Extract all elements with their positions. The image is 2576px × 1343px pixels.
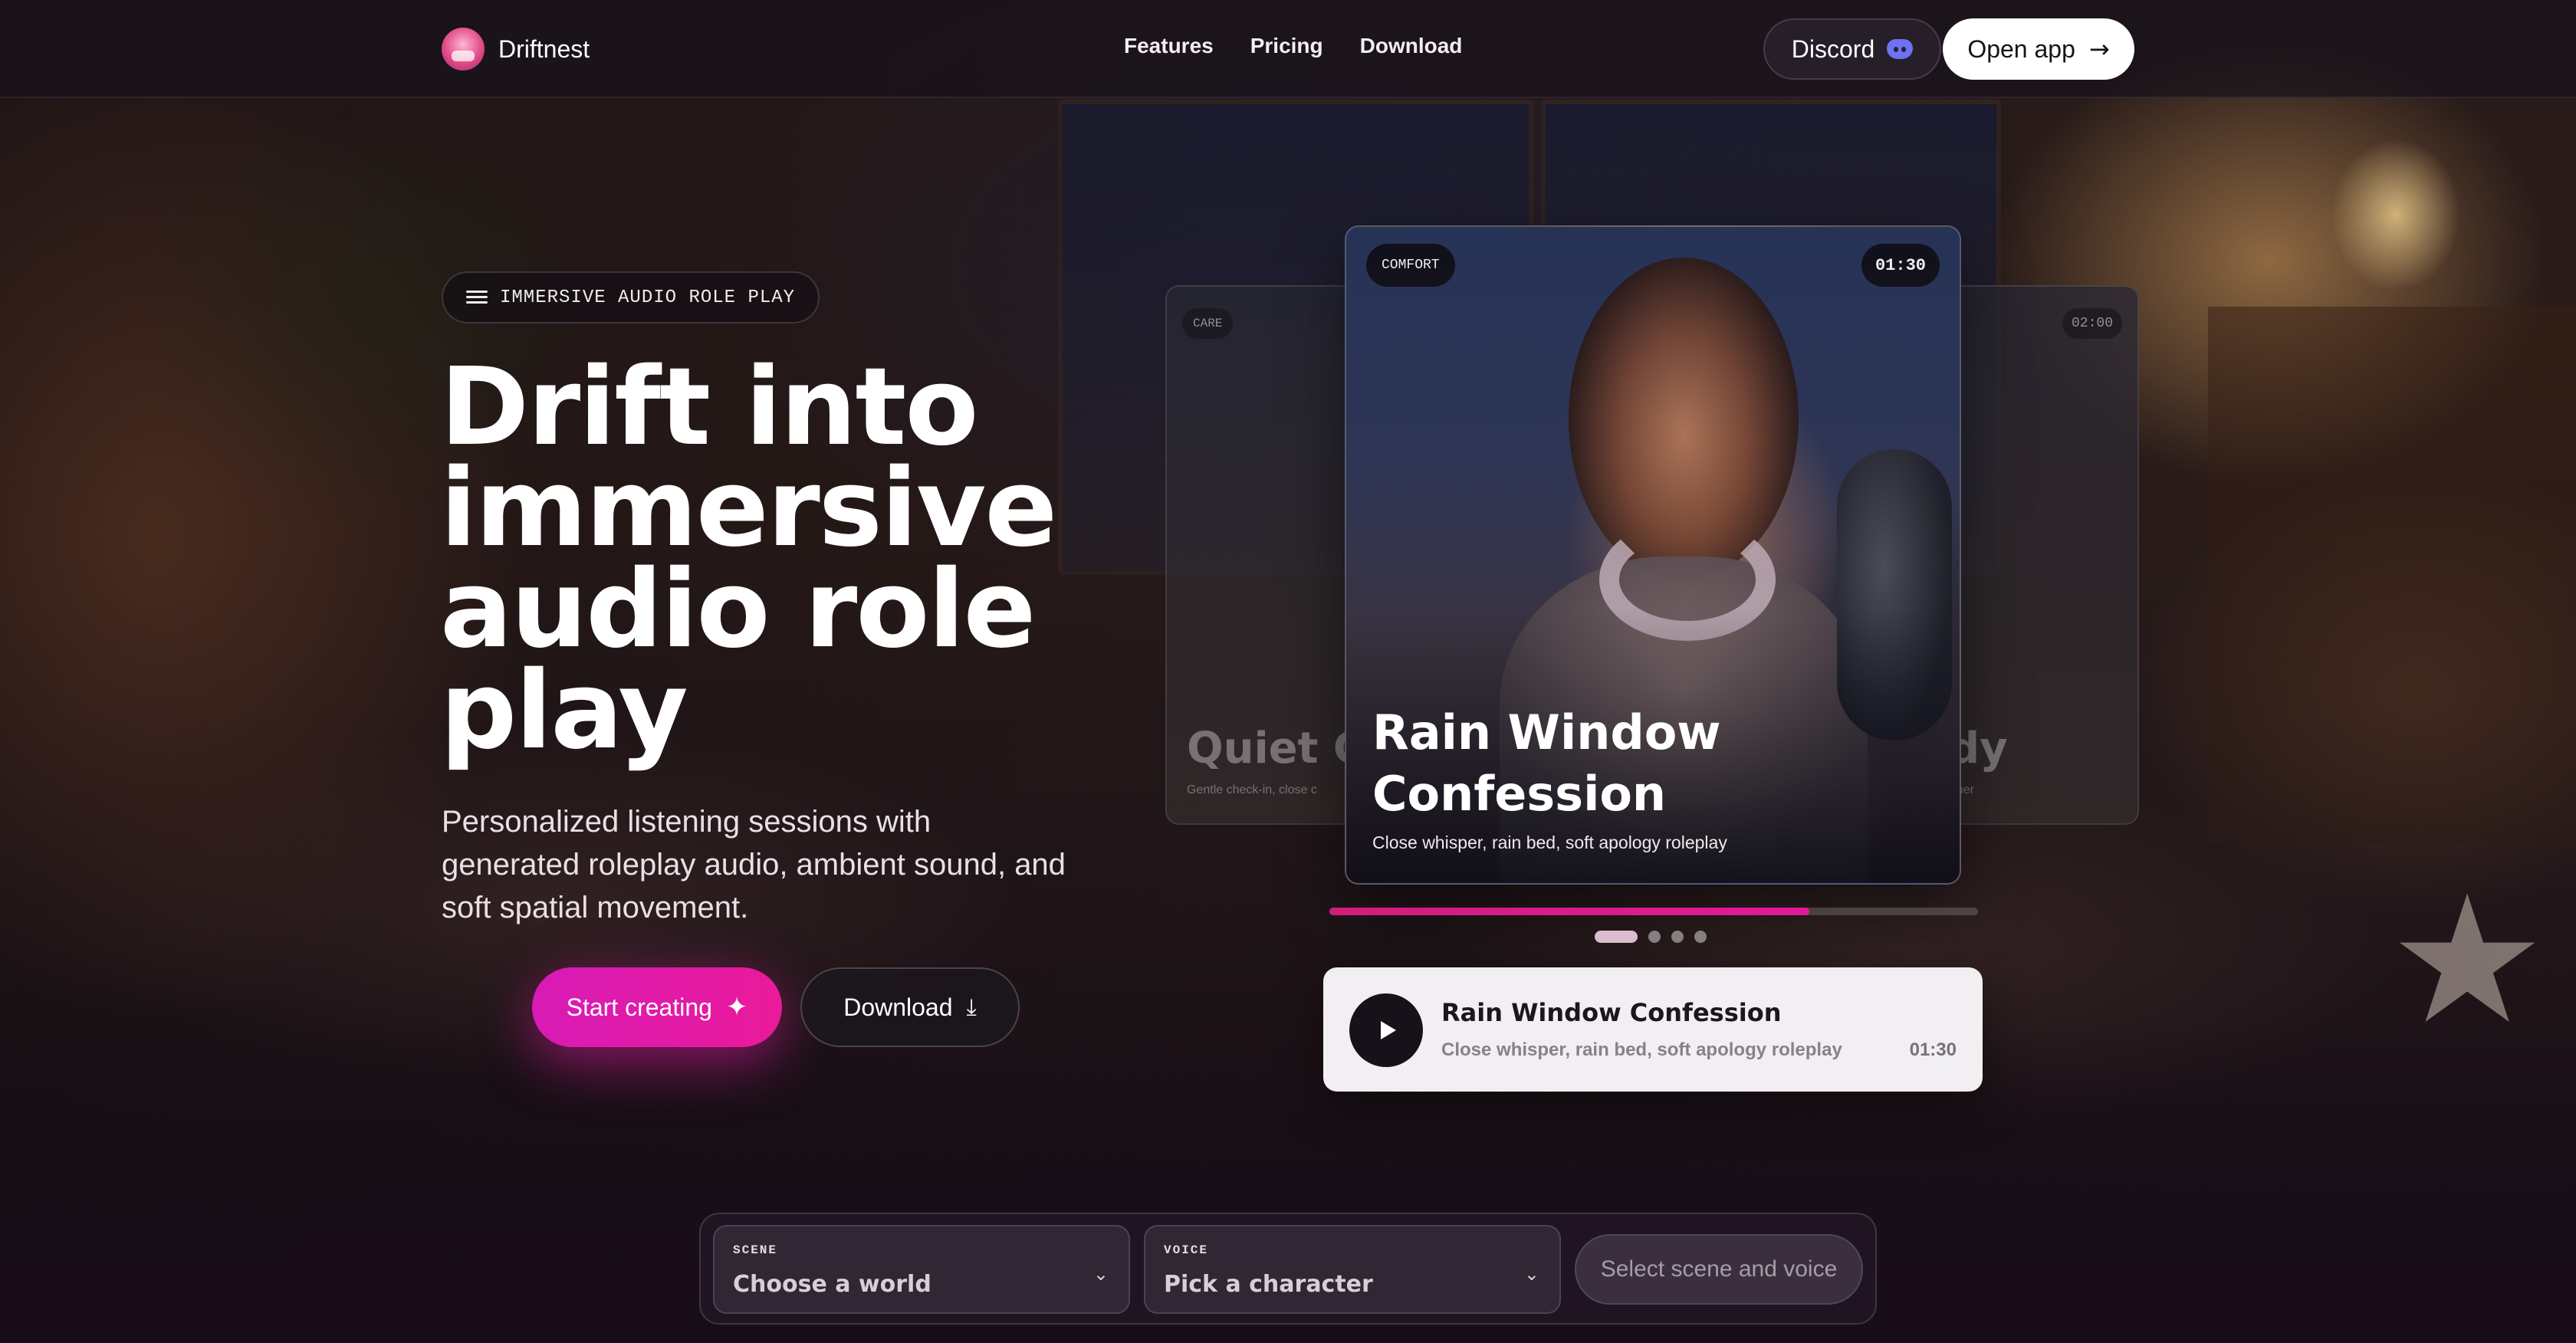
carousel-progress-fill <box>1329 908 1810 915</box>
carousel-progress[interactable] <box>1329 908 1978 915</box>
now-playing-card: Rain Window Confession Close whisper, ra… <box>1323 967 1983 1092</box>
voice-select-value: Pick a character <box>1164 1271 1373 1298</box>
nav-download[interactable]: Download <box>1360 34 1463 58</box>
site-header: Driftnest Features Pricing Download Disc… <box>0 0 2576 98</box>
open-app-label: Open app <box>1967 34 2075 63</box>
hero-subtext: Personalized listening sessions with gen… <box>442 805 1066 924</box>
voice-select[interactable]: VOICE Pick a character ⌄ <box>1144 1225 1561 1314</box>
scene-select-label: SCENE <box>733 1243 778 1257</box>
carousel-dots <box>1595 931 1707 943</box>
arrow-right-icon: → <box>2088 34 2110 64</box>
eyebrow-badge: IMMERSIVE AUDIO ROLE PLAY <box>442 271 820 323</box>
play-button[interactable] <box>1349 993 1423 1067</box>
player-title: Rain Window Confession <box>1441 998 1782 1027</box>
card-tag: CARE <box>1182 308 1234 339</box>
carousel-card-left[interactable]: CARE Quiet Cl Gentle check-in, close c <box>1165 285 1357 825</box>
session-selector: SCENE Choose a world ⌄ VOICE Pick a char… <box>699 1213 1877 1325</box>
carousel-dot[interactable] <box>1595 931 1638 943</box>
download-label: Download <box>843 993 953 1021</box>
brand[interactable]: Driftnest <box>442 28 590 71</box>
card-duration: 01:30 <box>1861 244 1940 287</box>
main-nav: Features Pricing Download <box>1124 34 1462 58</box>
card-title: Quiet Cl <box>1187 724 1355 773</box>
logo-icon <box>442 28 485 71</box>
start-creating-label: Start creating <box>566 993 712 1021</box>
card-subtitle: Gentle check-in, close c <box>1187 783 1317 796</box>
start-creating-button[interactable]: Start creating ✦ <box>532 967 782 1047</box>
nav-features[interactable]: Features <box>1124 34 1214 58</box>
carousel-dot[interactable] <box>1694 931 1707 943</box>
player-duration: 01:30 <box>1909 1039 1957 1060</box>
carousel-card-right[interactable]: 02:00 dy rtner <box>1947 285 2139 825</box>
nav-pricing[interactable]: Pricing <box>1250 34 1323 58</box>
hero-headline: Drift into immersive audio role play <box>440 345 1057 773</box>
waves-icon <box>466 289 488 306</box>
scene-select[interactable]: SCENE Choose a world ⌄ <box>713 1225 1130 1314</box>
carousel-dot[interactable] <box>1648 931 1661 943</box>
select-scene-voice-button[interactable]: Select scene and voice <box>1575 1234 1863 1305</box>
discord-label: Discord <box>1791 34 1875 63</box>
discord-icon <box>1887 39 1914 59</box>
open-app-button[interactable]: Open app → <box>1943 18 2134 80</box>
brand-name: Driftnest <box>498 34 590 63</box>
card-subtitle: Close whisper, rain bed, soft apology ro… <box>1372 832 1727 852</box>
sparkle-icon: ✦ <box>725 992 748 1023</box>
carousel-card-main[interactable]: COMFORT 01:30 Rain Window Confession Clo… <box>1345 225 1961 885</box>
card-tag: COMFORT <box>1366 244 1455 287</box>
download-icon: ⤓ <box>966 993 977 1021</box>
carousel-dot[interactable] <box>1671 931 1684 943</box>
chevron-down-icon: ⌄ <box>1092 1263 1109 1285</box>
discord-button[interactable]: Discord <box>1763 18 1941 80</box>
eyebrow-text: IMMERSIVE AUDIO ROLE PLAY <box>500 287 796 308</box>
player-subtitle: Close whisper, rain bed, soft apology ro… <box>1441 1039 1842 1060</box>
scene-select-value: Choose a world <box>733 1271 932 1298</box>
voice-select-label: VOICE <box>1164 1243 1209 1257</box>
download-button[interactable]: Download ⤓ <box>800 967 1020 1047</box>
card-duration: 02:00 <box>2062 308 2122 339</box>
card-title: Rain Window Confession <box>1372 704 1721 822</box>
chevron-down-icon: ⌄ <box>1523 1263 1539 1285</box>
play-icon <box>1381 1021 1396 1039</box>
